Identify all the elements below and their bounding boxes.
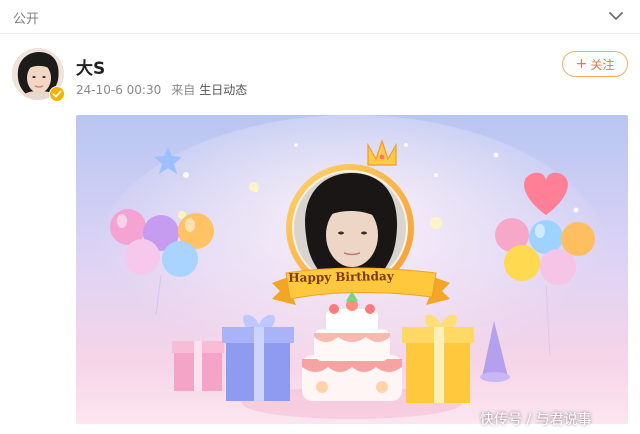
verified-badge-icon — [49, 86, 65, 102]
watermark-text: 快传号 / 与君说事 — [480, 412, 592, 428]
follow-label: 关注 — [590, 57, 615, 72]
birthday-banner-image[interactable]: Happy Birthday — [76, 115, 628, 424]
plus-icon: + — [575, 56, 588, 72]
username[interactable]: 大S — [76, 54, 105, 79]
chevron-down-icon[interactable] — [606, 6, 626, 26]
visibility-label: 公开 — [13, 12, 40, 27]
source-link[interactable]: 生日动态 — [199, 83, 247, 97]
source-prefix: 来自 — [171, 83, 196, 97]
ribbon-text: Happy Birthday — [288, 269, 394, 285]
follow-button[interactable]: + 关注 — [562, 51, 628, 77]
post-timestamp[interactable]: 24-10-6 00:30 — [76, 83, 161, 97]
post-meta: 24-10-6 00:30 来自 生日动态 — [76, 81, 247, 98]
visibility-bar[interactable]: 公开 — [0, 0, 640, 34]
